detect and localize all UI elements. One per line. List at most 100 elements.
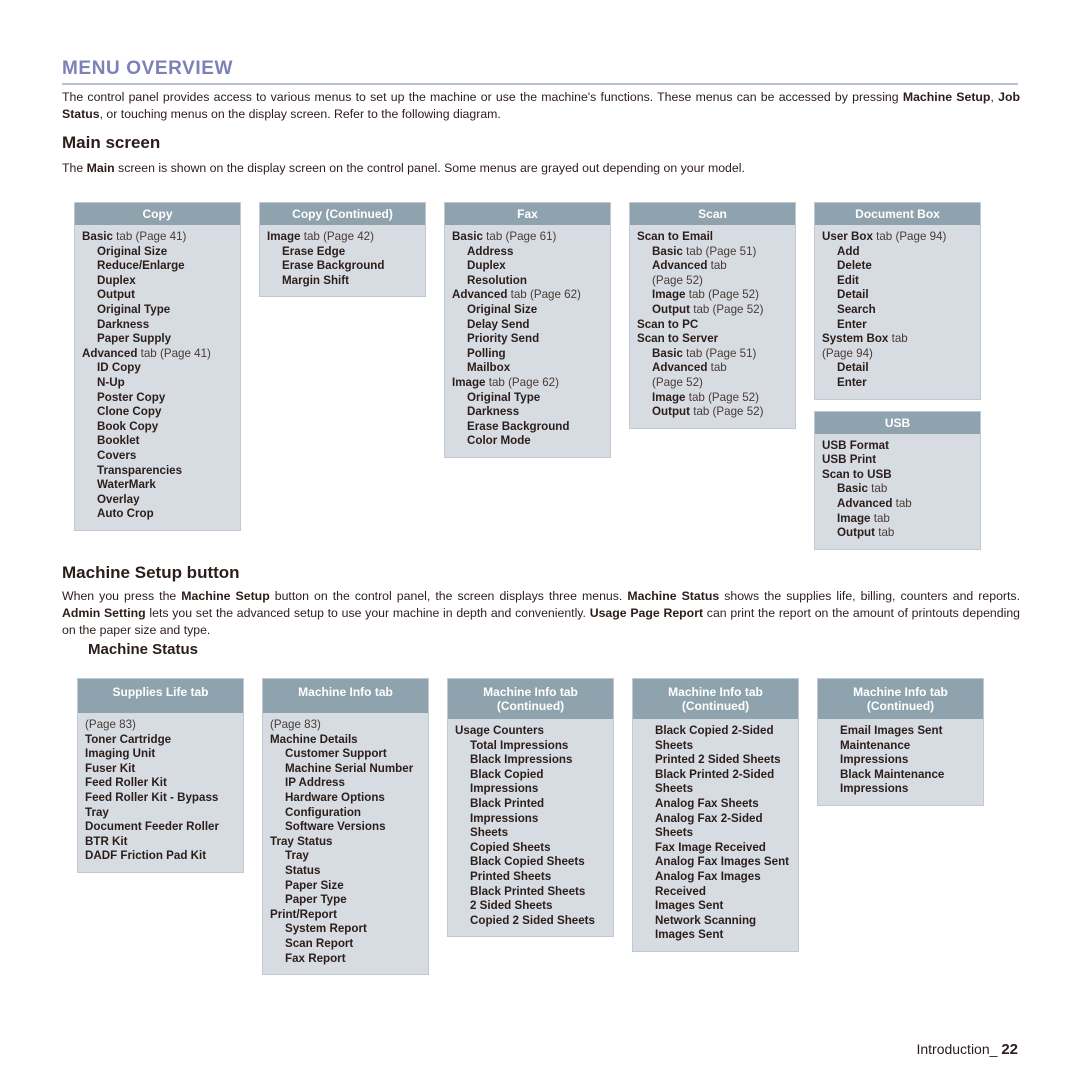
menu-item-label: Advanced <box>652 259 708 273</box>
body-text: The <box>62 161 87 175</box>
menu-item: Black Printed 2-Sided Sheets <box>655 768 792 797</box>
menu-column: Fax Basic tab (Page 61) Address Duplex Resol… <box>444 202 611 550</box>
menu-item: Software Versions <box>285 820 422 835</box>
menu-item-label: Feed Roller Kit - Bypass Tray <box>85 790 219 819</box>
menu-box-header: Fax <box>445 203 610 225</box>
menu-item-label: Paper Size <box>285 878 344 892</box>
menu-item: Feed Roller Kit - Bypass Tray <box>85 791 237 820</box>
menu-item-label: Delay Send <box>467 317 530 331</box>
menu-item: Analog Fax 2-Sided Sheets <box>655 812 792 841</box>
menu-item-label: Customer Support <box>285 747 387 761</box>
menu-item-reference: tab <box>707 361 727 375</box>
body-text: When you press the <box>62 589 182 603</box>
menu-item: BTR Kit <box>85 835 237 850</box>
menu-item-label: Black Maintenance Impressions <box>840 767 945 796</box>
menu-item: Add <box>837 245 974 260</box>
menu-item-label: Black Impressions <box>470 753 573 767</box>
emphasis-text: Machine Setup <box>181 589 270 603</box>
machine-status-diagram: Supplies Life tab (Page 83) Toner Cartridg… <box>77 678 1017 976</box>
emphasis-text: Machine Setup <box>902 90 991 104</box>
menu-item-label: Output <box>97 288 135 302</box>
menu-box-header-line: Fax <box>517 207 538 221</box>
menu-item-label: ID Copy <box>97 361 141 375</box>
menu-item-reference: tab (Page 62) <box>507 288 581 302</box>
menu-item: Analog Fax Images Sent <box>655 855 792 870</box>
menu-item-label: Basic <box>837 482 868 496</box>
menu-item-label: Search <box>837 302 876 316</box>
footer-label: Introduction_ <box>916 1041 998 1057</box>
menu-item: Tray Status <box>270 835 422 850</box>
footer-page-number: 22 <box>1001 1041 1018 1058</box>
menu-item-label: Book Copy <box>97 419 159 433</box>
menu-box-header-line: Machine Info tab <box>668 685 763 699</box>
menu-item-label: Advanced <box>652 361 708 375</box>
menu-box-header-line: (Continued) <box>681 699 750 713</box>
menu-item-label: Enter <box>837 375 867 389</box>
menu-item-label: Overlay <box>97 492 140 506</box>
menu-item: Auto Crop <box>97 507 234 522</box>
menu-item-label: Enter <box>837 317 867 331</box>
menu-item-label: Address <box>467 244 514 258</box>
body-text: shows the supplies life, billing, counte… <box>719 589 1020 603</box>
menu-item-label: Advanced <box>837 496 893 510</box>
menu-box: Machine Info tab (Continued) Usage Counter… <box>447 678 614 938</box>
menu-item-reference: tab (Page 42) <box>300 230 374 243</box>
menu-box-header-line: (Continued) <box>496 699 565 713</box>
menu-item-label: Erase Background <box>282 259 385 273</box>
menu-item: Poster Copy <box>97 391 234 406</box>
menu-box-header-line: Machine Info tab <box>298 685 393 699</box>
menu-item: Document Feeder Roller <box>85 820 237 835</box>
title-divider <box>62 83 1018 85</box>
menu-item: Fax Report <box>285 952 422 967</box>
menu-item-reference: tab (Page 52) <box>685 390 759 404</box>
body-text: The control panel provides access to var… <box>62 90 903 104</box>
menu-box-body: Image tab (Page 42) Erase Edge Erase Backg… <box>260 225 425 296</box>
menu-item-label: System Report <box>285 922 367 936</box>
menu-item: Covers <box>97 449 234 464</box>
menu-item: Advanced tab <box>837 497 974 512</box>
menu-item-label: Paper Type <box>285 893 347 907</box>
menu-item-label: Print/Report <box>270 907 337 921</box>
menu-column: Machine Info tab (Continued) Black Copied … <box>632 678 799 975</box>
menu-item-label: Black Copied Impressions <box>470 767 544 796</box>
menu-box-body: (Page 83) Machine Details Customer Support… <box>263 713 428 974</box>
menu-item: Output tab <box>837 526 974 541</box>
menu-item: System Report <box>285 922 422 937</box>
menu-item-label: Scan to USB <box>822 467 892 481</box>
menu-item-label: Tray <box>285 849 309 863</box>
menu-item-label: Duplex <box>467 259 506 273</box>
menu-item-label: BTR Kit <box>85 834 128 848</box>
menu-box: Supplies Life tab (Page 83) Toner Cartridg… <box>77 678 244 873</box>
menu-item-label: Booklet <box>97 434 140 448</box>
emphasis-text: Main <box>86 161 115 175</box>
menu-box-header-line: Copy <box>142 207 173 221</box>
menu-item-label: Original Type <box>97 302 171 316</box>
menu-item: Advanced tab (Page 62) <box>452 288 604 303</box>
menu-item: Delete <box>837 259 974 274</box>
menu-item: Enter <box>837 376 974 391</box>
menu-item: Erase Background <box>467 420 604 435</box>
menu-item-label: Edit <box>837 273 859 287</box>
menu-box-header-line: Supplies Life tab <box>112 685 209 699</box>
menu-box-body: Usage Counters Total Impressions Black Imp… <box>448 719 613 936</box>
menu-item-reference: tab (Page 61) <box>482 230 557 243</box>
menu-box-header: USB <box>815 411 980 434</box>
menu-item: WaterMark <box>97 478 234 493</box>
menu-item: Email Images Sent <box>840 724 977 739</box>
main-screen-paragraph: The Main screen is shown on the display … <box>62 160 1020 177</box>
menu-item-label: Image <box>652 390 686 404</box>
menu-item: Priority Send <box>467 332 604 347</box>
menu-item: Image tab <box>837 512 974 527</box>
main-screen-diagram: Copy Basic tab (Page 41) Original Size Redu… <box>74 202 1014 550</box>
menu-item-label: DADF Friction Pad Kit <box>85 849 207 863</box>
menu-item: (Page 83) <box>270 718 422 733</box>
menu-item-label: Margin Shift <box>282 273 349 287</box>
menu-item: Original Size <box>97 245 234 260</box>
menu-item-reference: tab <box>707 259 727 273</box>
menu-item: Customer Support <box>285 747 422 762</box>
menu-item: Advanced tab <box>652 361 789 376</box>
menu-item-reference: tab <box>875 526 895 540</box>
menu-item: Scan to USB <box>822 468 974 483</box>
menu-item-label: USB Format <box>822 438 889 452</box>
menu-box-header-line: USB <box>884 415 911 430</box>
